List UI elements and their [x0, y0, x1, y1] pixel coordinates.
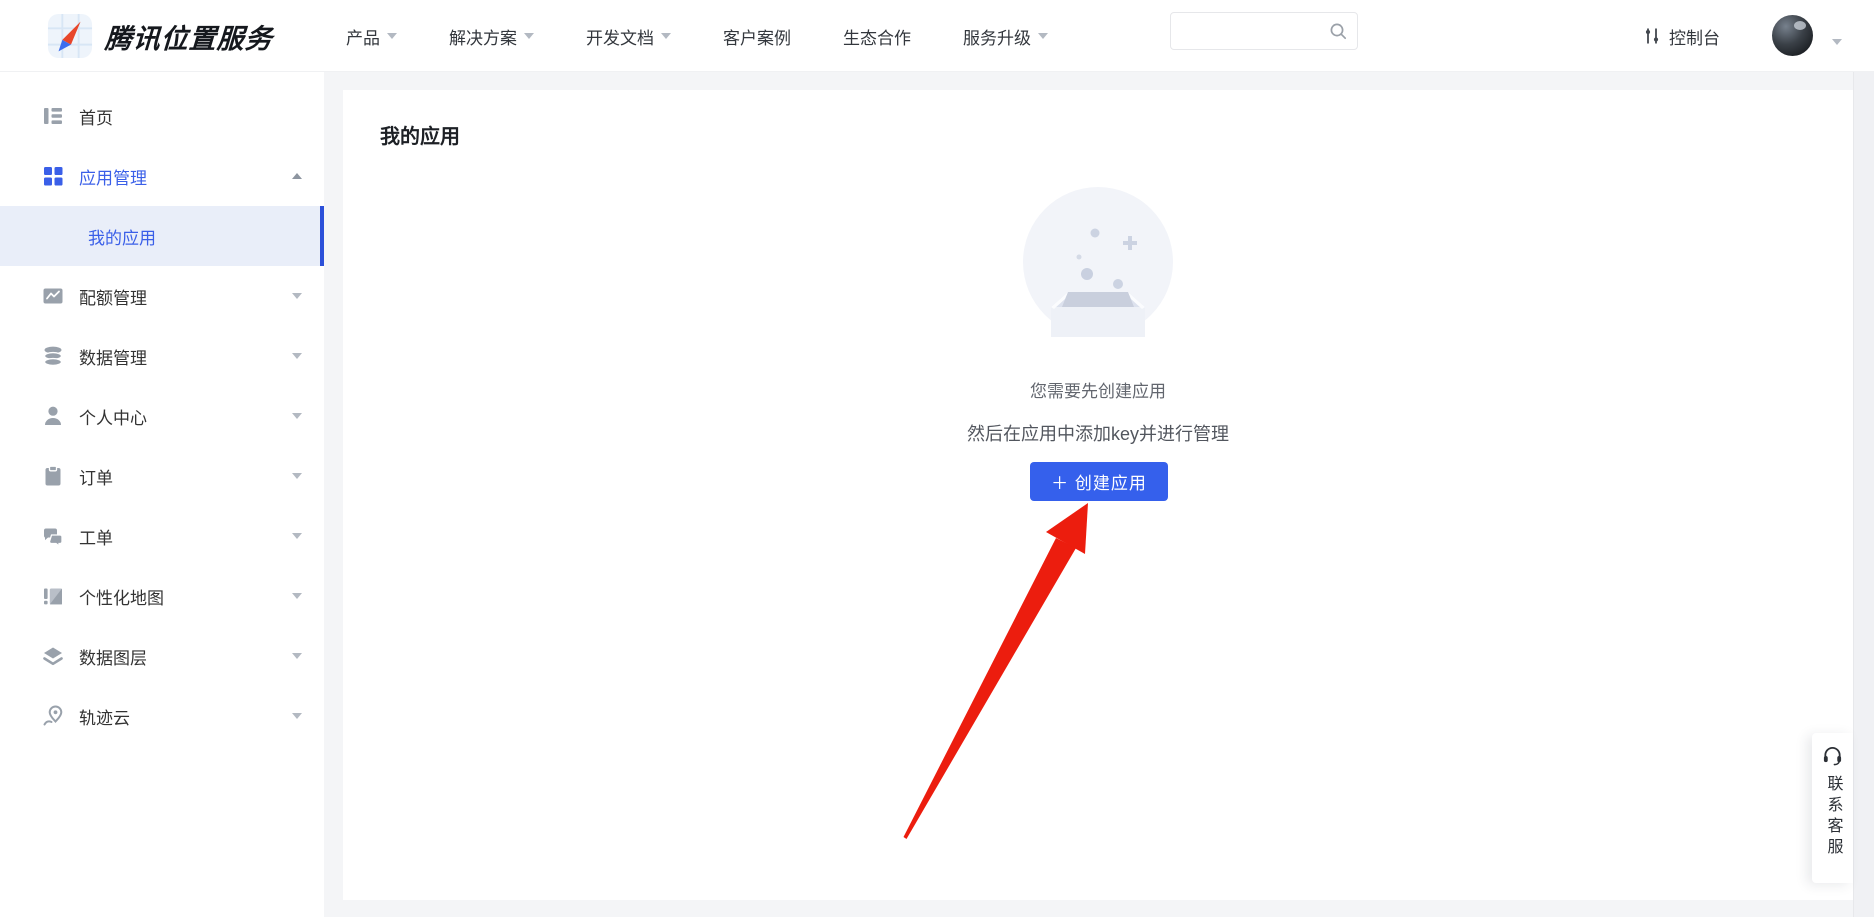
main-content-card: 我的应用 您需要先创建应用 然后在应用中添加key并进行管理 ＋ 创建应用 [343, 90, 1853, 900]
chevron-down-icon [292, 653, 302, 664]
contact-support-widget[interactable]: 联系客服 [1812, 733, 1853, 883]
sidebar-item-data-layers[interactable]: 数据图层 [0, 626, 324, 686]
sidebar-label: 应用管理 [79, 164, 147, 189]
header-search-box[interactable] [1170, 12, 1358, 50]
top-nav: 产品 解决方案 开发文档 客户案例 生态合作 服务升级 [346, 0, 1048, 72]
order-clipboard-icon [42, 465, 64, 487]
chevron-down-icon [387, 33, 397, 44]
sidebar-label: 配额管理 [79, 284, 147, 309]
sidebar-label: 个性化地图 [79, 584, 164, 609]
chevron-down-icon [524, 33, 534, 44]
chevron-down-icon [1038, 33, 1048, 44]
sidebar-item-quota-management[interactable]: 配额管理 [0, 266, 324, 326]
contact-support-label: 联系客服 [1821, 775, 1845, 859]
search-input[interactable] [1183, 23, 1329, 40]
user-avatar[interactable] [1772, 15, 1813, 56]
sidebar-item-orders[interactable]: 订单 [0, 446, 324, 506]
active-indicator-bar [320, 206, 324, 266]
chat-bubbles-icon [42, 525, 64, 547]
chevron-up-icon [292, 168, 302, 179]
brand-logo[interactable]: 腾讯位置服务 [47, 13, 273, 59]
chevron-down-icon [292, 413, 302, 424]
sidebar-item-data-management[interactable]: 数据管理 [0, 326, 324, 386]
sidebar-item-home[interactable]: 首页 [0, 86, 324, 146]
scrollbar-track[interactable] [1853, 72, 1874, 917]
sidebar-label: 数据图层 [79, 644, 147, 669]
page-title: 我的应用 [380, 120, 460, 149]
console-link[interactable]: 控制台 [1643, 0, 1720, 72]
sidebar-label: 轨迹云 [79, 704, 130, 729]
sidebar-item-personal-center[interactable]: 个人中心 [0, 386, 324, 446]
chevron-down-icon [292, 293, 302, 304]
grid-icon [42, 165, 64, 187]
nav-products[interactable]: 产品 [346, 24, 397, 49]
track-pin-icon [42, 705, 64, 727]
nav-solutions[interactable]: 解决方案 [449, 24, 534, 49]
empty-state-line1: 您需要先创建应用 [343, 377, 1853, 402]
nav-ecosystem[interactable]: 生态合作 [843, 24, 911, 49]
nav-dev-docs[interactable]: 开发文档 [586, 24, 671, 49]
chevron-down-icon [292, 593, 302, 604]
sidebar-item-track-cloud[interactable]: 轨迹云 [0, 686, 324, 746]
nav-customer-cases[interactable]: 客户案例 [723, 24, 791, 49]
avatar-chevron-down-icon[interactable] [1832, 39, 1842, 50]
search-icon[interactable] [1329, 22, 1347, 40]
home-list-icon [42, 105, 64, 127]
empty-state-line2: 然后在应用中添加key并进行管理 [343, 420, 1853, 446]
console-label: 控制台 [1669, 24, 1720, 49]
chevron-down-icon [292, 473, 302, 484]
user-icon [42, 405, 64, 427]
sidebar-item-my-apps[interactable]: 我的应用 [0, 206, 324, 266]
sidebar-label: 我的应用 [88, 224, 156, 249]
brand-name: 腾讯位置服务 [104, 17, 274, 56]
compass-logo-icon [47, 13, 93, 59]
quota-chart-icon [42, 285, 64, 307]
sidebar-label: 订单 [79, 464, 113, 489]
chevron-down-icon [292, 533, 302, 544]
sidebar-item-work-orders[interactable]: 工单 [0, 506, 324, 566]
sidebar-label: 个人中心 [79, 404, 147, 429]
chevron-down-icon [661, 33, 671, 44]
create-app-button[interactable]: ＋ 创建应用 [1030, 462, 1168, 501]
headset-icon [1822, 745, 1843, 766]
layers-icon [42, 645, 64, 667]
sidebar-item-custom-map[interactable]: 个性化地图 [0, 566, 324, 626]
sidebar-label: 数据管理 [79, 344, 147, 369]
sidebar-label: 首页 [79, 104, 113, 129]
chevron-down-icon [292, 353, 302, 364]
sidebar: 首页 应用管理 我的应用 配额管理 [0, 72, 324, 917]
chevron-down-icon [292, 713, 302, 724]
top-header: 腾讯位置服务 产品 解决方案 开发文档 客户案例 生态合作 服务升级 [0, 0, 1874, 72]
empty-state-illustration [1023, 187, 1173, 337]
sidebar-item-app-management[interactable]: 应用管理 [0, 146, 324, 206]
sidebar-label: 工单 [79, 524, 113, 549]
custom-map-icon [42, 585, 64, 607]
nav-service-upgrade[interactable]: 服务升级 [963, 24, 1048, 49]
sliders-icon [1643, 27, 1661, 45]
database-icon [42, 345, 64, 367]
